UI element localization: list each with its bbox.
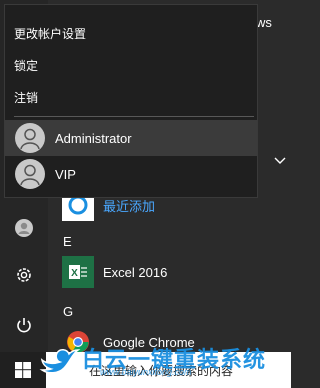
app-item-excel[interactable]: X Excel 2016 <box>62 256 167 288</box>
account-flyout: 更改帐户设置 锁定 注销 Administrator VIP <box>4 4 258 198</box>
menu-divider <box>14 116 254 117</box>
watermark-url: www.baiyunxitong.com <box>100 367 192 377</box>
user-account-button[interactable] <box>0 206 48 250</box>
excel-icon: X <box>62 256 94 288</box>
avatar <box>15 123 45 153</box>
avatar <box>15 159 45 189</box>
svg-text:X: X <box>71 268 78 279</box>
change-account-settings-item[interactable]: 更改帐户设置 <box>14 25 86 42</box>
partial-tile-text: ws <box>256 15 272 30</box>
windows-logo-icon <box>15 362 31 378</box>
user-avatar-icon <box>15 219 33 237</box>
recently-added-label: 最近添加 <box>103 198 156 214</box>
sign-out-item[interactable]: 注销 <box>14 89 38 106</box>
gear-icon <box>17 268 31 282</box>
user-row-administrator[interactable]: Administrator <box>5 120 257 156</box>
bird-logo-icon <box>39 349 81 374</box>
lock-item[interactable]: 锁定 <box>14 57 38 74</box>
settings-button[interactable] <box>0 253 48 297</box>
user-name: VIP <box>55 166 76 182</box>
chevron-down-icon[interactable] <box>274 157 286 165</box>
power-icon <box>17 318 31 333</box>
user-silhouette-icon <box>20 128 40 150</box>
start-menu-screen: 最近添加 E X Excel 2016 G Google Chrome ws 更… <box>0 0 291 388</box>
section-header-e[interactable]: E <box>63 234 72 249</box>
user-name: Administrator <box>55 130 132 146</box>
user-row-vip[interactable]: VIP <box>5 156 257 192</box>
user-silhouette-icon <box>20 164 40 186</box>
app-label-excel: Excel 2016 <box>103 264 168 280</box>
section-header-g[interactable]: G <box>63 304 73 319</box>
